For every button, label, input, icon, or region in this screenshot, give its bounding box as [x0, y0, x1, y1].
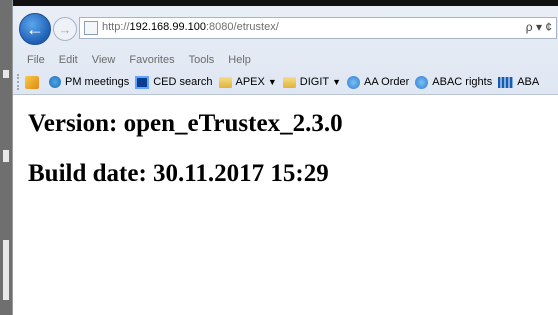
chevron-down-icon: ▼ — [332, 77, 342, 87]
favorites-bar: PM meetings CED search APEX ▼ DIGIT ▼ AA… — [13, 72, 558, 92]
favorite-label: APEX — [235, 76, 265, 88]
folder-icon — [218, 76, 232, 88]
arrow-right-icon: → — [58, 21, 72, 37]
navigation-bar: ← → http://192.168.99.100:8080/etrustex/… — [13, 8, 558, 50]
favorite-abac-rights[interactable]: ABAC rights — [415, 75, 493, 89]
menu-view[interactable]: View — [85, 52, 123, 70]
toolbar-grip[interactable] — [17, 74, 25, 90]
ie-page-icon — [347, 75, 361, 89]
abac-icon — [498, 76, 514, 88]
menu-tools[interactable]: Tools — [182, 52, 222, 70]
url-scheme: http:// — [102, 21, 130, 33]
favorite-label: ABA — [517, 76, 540, 88]
browser-window: ← → http://192.168.99.100:8080/etrustex/… — [12, 0, 558, 315]
favorite-apex[interactable]: APEX ▼ — [218, 76, 277, 88]
favorite-digit[interactable]: DIGIT ▼ — [282, 76, 342, 88]
ie-page-icon — [415, 75, 429, 89]
version-heading: Version: open_eTrustex_2.3.0 — [28, 110, 343, 137]
favorite-label: PM meetings — [65, 76, 130, 88]
menu-file[interactable]: File — [13, 52, 52, 70]
chrome-divider — [13, 94, 558, 95]
favorite-label: ABAC rights — [432, 76, 493, 88]
favorite-pm-meetings[interactable]: PM meetings — [49, 76, 129, 88]
add-favorites-button[interactable] — [25, 75, 43, 89]
forward-button[interactable]: → — [53, 17, 77, 41]
favorite-label: DIGIT — [299, 76, 330, 88]
page-icon — [84, 21, 98, 35]
edge-mark — [3, 70, 9, 78]
favorite-ced-search[interactable]: CED search — [135, 75, 213, 89]
menu-help[interactable]: Help — [221, 52, 258, 70]
url-path: :8080/etrustex/ — [206, 21, 279, 33]
edge-mark — [3, 240, 9, 300]
arrow-left-icon: ← — [26, 18, 44, 39]
ced-icon — [135, 75, 150, 89]
url-host: 192.168.99.100 — [129, 21, 206, 33]
address-bar[interactable]: http://192.168.99.100:8080/etrustex/ ρ ▾… — [79, 17, 557, 39]
menu-bar: File Edit View Favorites Tools Help — [13, 52, 558, 70]
background-window-edge — [0, 0, 12, 315]
browser-chrome: ← → http://192.168.99.100:8080/etrustex/… — [13, 6, 558, 94]
url-text[interactable]: http://192.168.99.100:8080/etrustex/ — [102, 21, 279, 33]
page-content: Version: open_eTrustex_2.3.0 Build date:… — [28, 106, 343, 192]
chevron-down-icon: ▼ — [267, 77, 277, 87]
edge-mark — [3, 150, 9, 162]
menu-edit[interactable]: Edit — [52, 52, 85, 70]
favorite-aa-order[interactable]: AA Order — [347, 75, 410, 89]
ie-page-icon — [49, 76, 61, 88]
build-date-heading: Build date: 30.11.2017 15:29 — [28, 160, 329, 187]
menu-favorites[interactable]: Favorites — [122, 52, 181, 70]
favorite-aba[interactable]: ABA — [498, 76, 539, 88]
favorite-label: AA Order — [364, 76, 410, 88]
search-refresh-icon[interactable]: ρ ▾ ¢ — [526, 20, 552, 34]
favorite-label: CED search — [153, 76, 213, 88]
add-favorites-icon — [25, 75, 39, 89]
folder-icon — [282, 76, 296, 88]
back-button[interactable]: ← — [19, 13, 51, 45]
